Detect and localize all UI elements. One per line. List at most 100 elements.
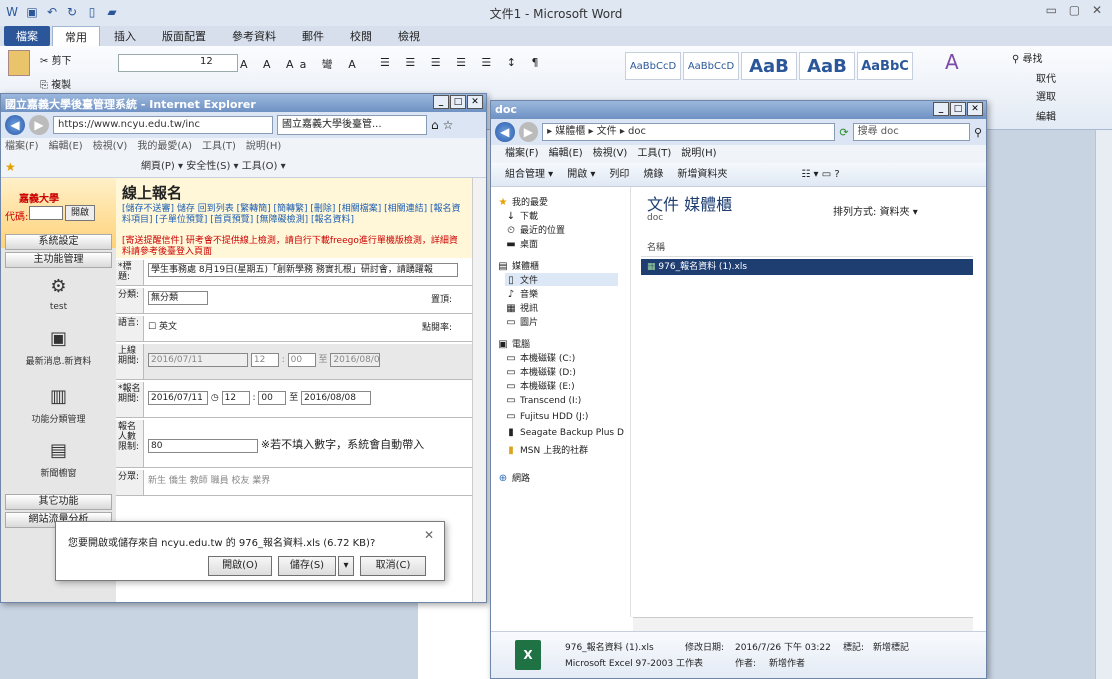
category-select[interactable]: 無分類 [148, 291, 208, 305]
refresh-icon[interactable]: ⟳ [839, 126, 848, 139]
font-format-buttons[interactable]: A A Aa 彎 A [240, 56, 362, 72]
details-author[interactable]: 新增作者 [769, 656, 805, 669]
copy-button[interactable]: ⎘ 複製 [40, 76, 71, 91]
cut-button[interactable]: ✂ 剪下 [40, 52, 72, 67]
tree-documents[interactable]: ▯ 文件 [505, 273, 619, 286]
styles-gallery[interactable]: AaBbCcD AaBbCcD AaB AaB AaBbC [625, 52, 913, 80]
close-button[interactable]: ✕ [467, 95, 483, 109]
word-window-controls[interactable]: ▭ ▢ ✕ [1046, 3, 1106, 17]
style-heading1[interactable]: AaB [741, 52, 797, 80]
style-title[interactable]: AaBbC [857, 52, 913, 80]
tree-desktop[interactable]: ▬ 桌面 [505, 237, 538, 250]
back-icon[interactable]: ◀ [495, 122, 515, 142]
horizontal-scrollbar[interactable] [633, 617, 973, 631]
signup-limit-input[interactable]: 80 [148, 438, 258, 453]
replace-button[interactable]: 取代 [1036, 70, 1056, 85]
forward-icon[interactable]: ▶ [518, 122, 539, 142]
back-icon[interactable]: ◀ [5, 115, 25, 135]
command-bar-items[interactable]: 網頁(P) ▾ 安全性(S) ▾ 工具(O) ▾ [141, 161, 286, 172]
tab-review[interactable]: 校閱 [338, 26, 384, 46]
open-code-button[interactable]: 開啟 [65, 205, 95, 221]
tree-drive-i[interactable]: ▭ Transcend (I:) [505, 395, 581, 406]
sidebar-item-newswindow[interactable]: ▤ 新聞櫥窗 [1, 440, 116, 479]
style-heading2[interactable]: AaB [799, 52, 855, 80]
cancel-button[interactable]: 取消(C) [360, 556, 426, 576]
search-input[interactable]: 搜尋 doc [852, 123, 970, 141]
signup-hour-select[interactable]: 12 [221, 390, 250, 405]
other-functions-button[interactable]: 其它功能 [5, 494, 112, 510]
open-button[interactable]: 開啟 ▾ [567, 163, 595, 186]
online-hour-select[interactable]: 12 [250, 352, 279, 367]
tab-view[interactable]: 檢視 [386, 26, 432, 46]
form-action-links[interactable]: [儲存不送審] 儲存 回到列表 [繁轉簡] [簡轉繁] [刪除] [相關檔案] … [122, 204, 466, 226]
tab-mailings[interactable]: 郵件 [290, 26, 336, 46]
breadcrumb[interactable]: ▸ 媒體櫃 ▸ 文件 ▸ doc [542, 123, 836, 141]
tree-drive-c[interactable]: ▭ 本機磁碟 (C:) [505, 351, 575, 364]
audience-checkboxes[interactable]: 新生 僑生 教師 職員 校友 業界 [148, 473, 270, 486]
tree-pictures[interactable]: ▭ 圖片 [505, 315, 538, 328]
sidebar-item-news[interactable]: ▣ 最新消息.新資料 [1, 328, 116, 367]
organize-button[interactable]: 組合管理 ▾ [505, 163, 553, 186]
tree-recent[interactable]: ⏲ 最近的位置 [505, 223, 565, 236]
minimize-button[interactable]: _ [433, 95, 449, 109]
save-button[interactable]: 儲存(S) [278, 556, 336, 576]
system-settings-button[interactable]: 系統設定 [5, 234, 112, 250]
tree-downloads[interactable]: ↓ 下載 [505, 209, 538, 222]
minimize-button[interactable]: _ [933, 102, 949, 116]
paragraph-buttons[interactable]: ☰ ☰ ☰ ☰ ☰ ↕ ¶ [380, 56, 545, 69]
style-nospacing[interactable]: AaBbCcD [683, 52, 739, 80]
online-start-date[interactable]: 2016/07/11 [148, 352, 248, 367]
tab-file[interactable]: 檔案 [4, 26, 50, 46]
close-button[interactable]: ✕ [967, 102, 983, 116]
print-button[interactable]: 列印 [609, 163, 629, 186]
column-header-name[interactable]: 名稱 [641, 239, 973, 257]
save-dropdown-icon[interactable]: ▾ [338, 556, 354, 576]
tree-drive-j[interactable]: ▭ Fujitsu HDD (J:) [505, 411, 588, 422]
details-tag[interactable]: 新增標記 [873, 640, 909, 653]
tree-music[interactable]: ♪ 音樂 [505, 287, 538, 300]
code-input[interactable] [29, 206, 63, 220]
sidebar-item-categories[interactable]: ▥ 功能分類管理 [1, 386, 116, 425]
online-end-date[interactable]: 2016/08/08 [330, 352, 381, 367]
menu-tools[interactable]: 工具(T) [202, 138, 236, 156]
close-icon[interactable]: ✕ [424, 528, 434, 542]
font-name-box[interactable] [118, 54, 238, 72]
arrange-value[interactable]: 資料夾 ▾ [880, 207, 918, 218]
menu-edit[interactable]: 編輯(E) [549, 145, 583, 163]
find-button[interactable]: ⚲ 尋找 [1012, 50, 1043, 65]
select-button[interactable]: 選取 [1036, 88, 1056, 103]
paste-icon[interactable] [8, 50, 30, 76]
menu-view[interactable]: 檢視(V) [593, 145, 628, 163]
maximize-button[interactable]: □ [950, 102, 966, 116]
title-value[interactable]: 學生事務處 8月19日(星期五)「創新學務 務實扎根」研討會，請踴躍報 [148, 263, 458, 277]
tree-libraries[interactable]: ▤ 媒體櫃 [497, 259, 539, 272]
tree-favorites[interactable]: ★ 我的最愛 [497, 195, 549, 208]
tab-home[interactable]: 常用 [52, 25, 100, 47]
online-minute-select[interactable]: 00 [287, 352, 316, 367]
menu-edit[interactable]: 編輯(E) [49, 138, 83, 156]
tree-drive-d[interactable]: ▭ 本機磁碟 (D:) [505, 365, 576, 378]
burn-button[interactable]: 燒錄 [643, 163, 663, 186]
file-row-selected[interactable]: ▦ 976_報名資料 (1).xls [641, 259, 973, 275]
tree-network[interactable]: ⊕ 網路 [497, 471, 530, 484]
menu-help[interactable]: 說明(H) [246, 138, 281, 156]
signup-start-date[interactable]: 2016/07/11 [148, 390, 208, 405]
tree-videos[interactable]: ▦ 視訊 [505, 301, 538, 314]
signup-end-date[interactable]: 2016/08/08 [301, 390, 372, 405]
menu-favorites[interactable]: 我的最愛(A) [137, 138, 192, 156]
menu-file[interactable]: 檔案(F) [505, 145, 539, 163]
tab-layout[interactable]: 版面配置 [150, 26, 218, 46]
main-functions-button[interactable]: 主功能管理 [5, 252, 112, 268]
home-icon[interactable]: ⌂ [431, 118, 439, 132]
favorites-icon[interactable]: ★ [5, 156, 16, 178]
style-normal[interactable]: AaBbCcD [625, 52, 681, 80]
menu-file[interactable]: 檔案(F) [5, 138, 39, 156]
url-input[interactable]: https://www.ncyu.edu.tw/inc [53, 116, 273, 134]
forward-icon[interactable]: ▶ [29, 115, 49, 135]
arrange-by[interactable]: 排列方式: 資料夾 ▾ [833, 203, 918, 218]
word-vertical-scrollbar[interactable] [1095, 130, 1112, 679]
signup-minute-select[interactable]: 00 [258, 390, 287, 405]
menu-tools[interactable]: 工具(T) [637, 145, 671, 163]
tree-msn[interactable]: ▮ MSN 上我的社群 [505, 443, 588, 456]
tree-seagate[interactable]: ▮ Seagate Backup Plus D [505, 427, 624, 438]
